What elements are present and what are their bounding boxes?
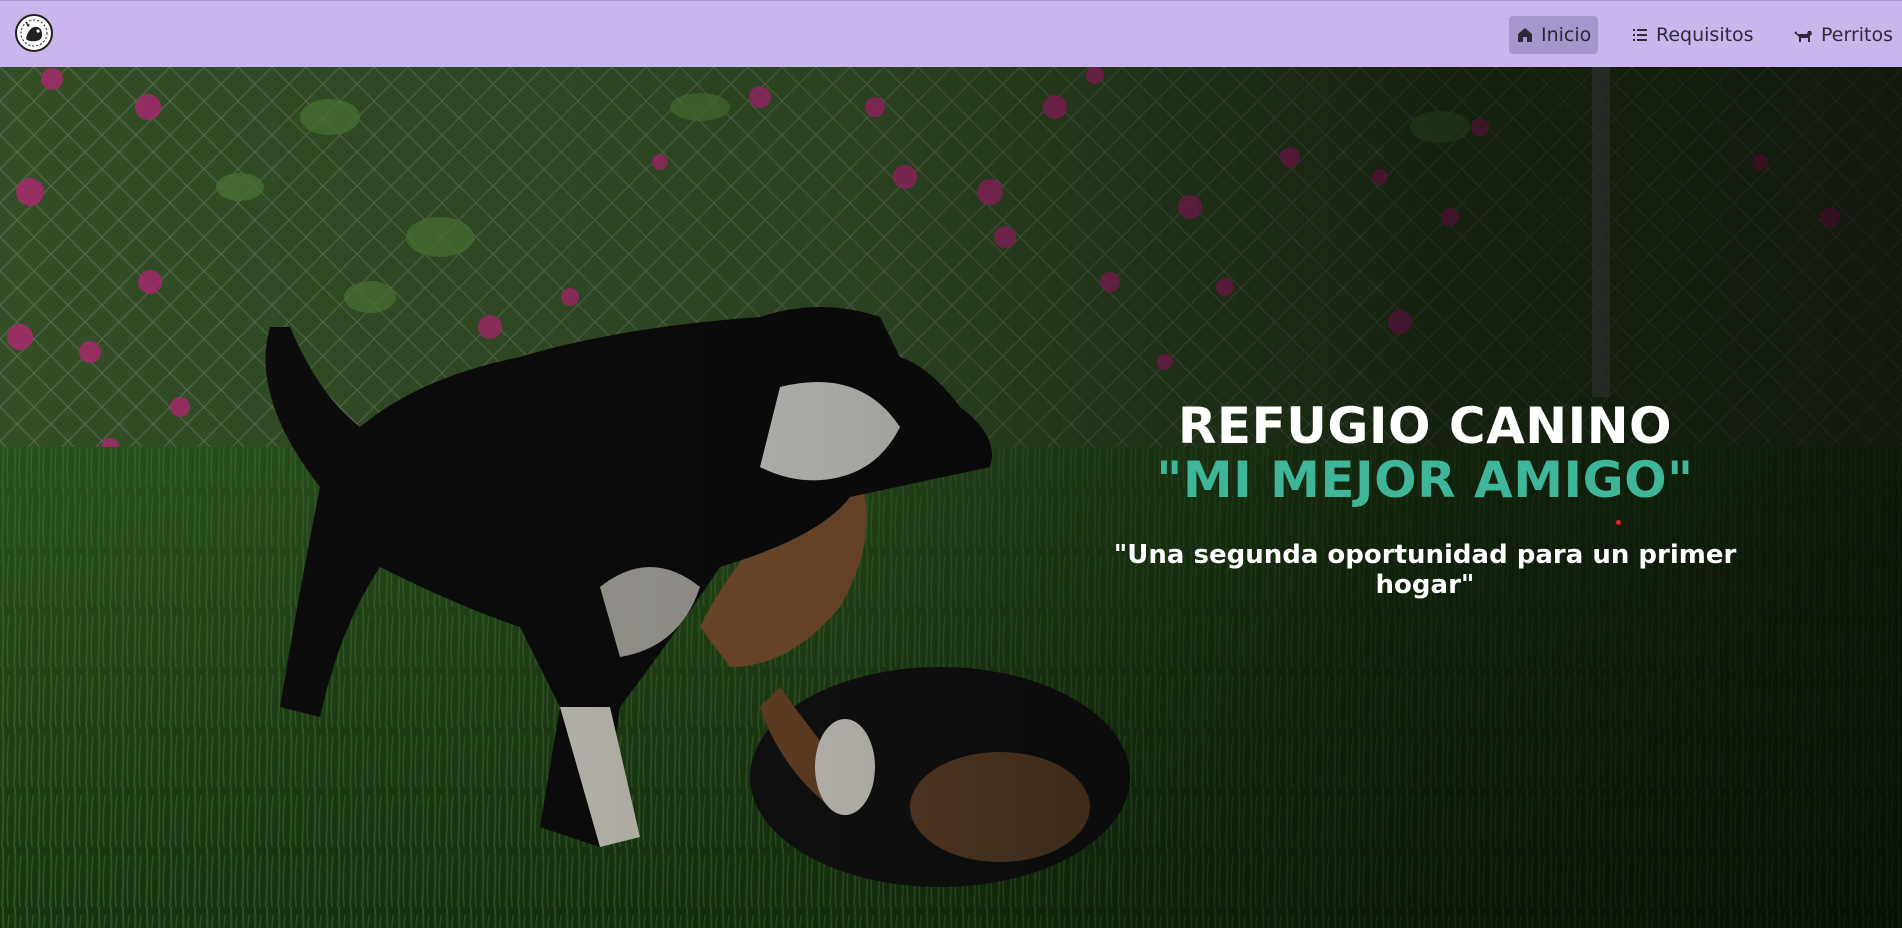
nav-requisitos-label: Requisitos [1656, 24, 1754, 46]
nav-requisitos[interactable]: Requisitos [1624, 16, 1761, 54]
nav-perritos-label: Perritos [1821, 24, 1894, 46]
shelter-logo-icon[interactable] [14, 13, 54, 53]
nav-inicio-label: Inicio [1541, 24, 1592, 46]
hero-section: REFUGIO CANINO "MI MEJOR AMIGO" "Una seg… [0, 67, 1902, 928]
hero-text-block: REFUGIO CANINO "MI MEJOR AMIGO" "Una seg… [1060, 399, 1790, 600]
hero-slogan: "Una segunda oportunidad para un primer … [1113, 540, 1737, 600]
navbar: Inicio Requisitos Perritos [0, 0, 1902, 67]
cursor-dot [1616, 520, 1621, 525]
nav-inicio[interactable]: Inicio [1509, 16, 1599, 54]
nav-perritos[interactable]: Perritos [1787, 16, 1900, 54]
hero-title-line1: REFUGIO CANINO [1177, 397, 1673, 455]
list-icon [1631, 26, 1649, 44]
home-icon [1516, 26, 1534, 44]
hero-title-line2: "MI MEJOR AMIGO" [1156, 451, 1694, 509]
dog-icon [1794, 26, 1814, 44]
